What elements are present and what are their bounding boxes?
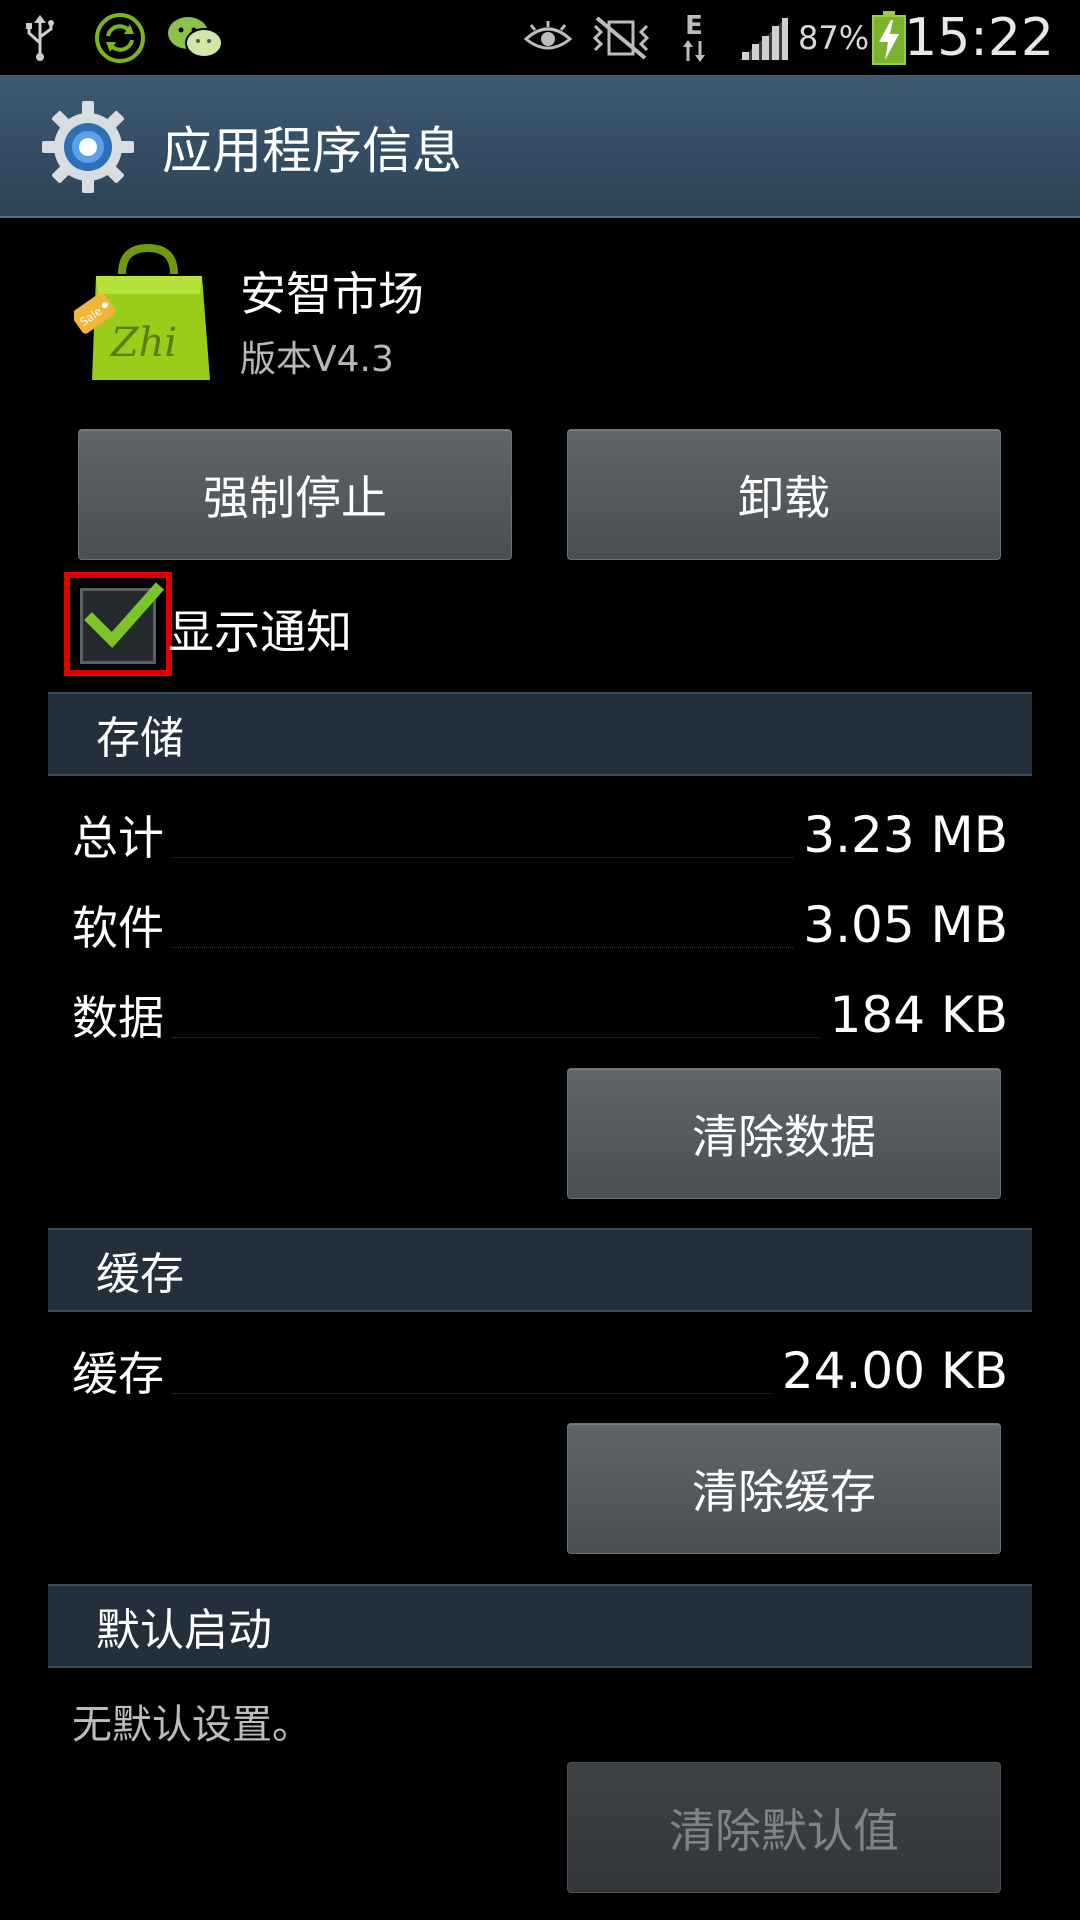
battery-charging-icon (870, 0, 908, 75)
dotted-leader (172, 812, 794, 858)
clear-cache-button[interactable]: 清除缓存 (567, 1423, 1001, 1554)
cache-row: 缓存 24.00 KB (72, 1336, 1008, 1406)
show-notification-label: 显示通知 (168, 605, 352, 659)
shopping-bag-icon: Zhi Sale (71, 243, 214, 384)
row-value: 3.23 MB (803, 806, 1008, 864)
eye-icon (522, 0, 574, 75)
signal-icon (736, 0, 792, 75)
mute-vibrate-icon (590, 0, 652, 75)
show-notification-checkbox[interactable] (64, 572, 172, 676)
cache-section-header: 缓存 (48, 1228, 1032, 1312)
network-type-label: E (685, 10, 703, 41)
row-value: 184 KB (829, 986, 1008, 1044)
svg-text:Zhi: Zhi (109, 320, 177, 366)
dotted-leader (172, 902, 794, 948)
dotted-leader (172, 1348, 772, 1394)
row-value: 24.00 KB (781, 1342, 1008, 1400)
clear-defaults-button: 清除默认值 (567, 1762, 1001, 1893)
no-defaults-note: 无默认设置。 (72, 1702, 312, 1748)
checkmark-icon (84, 582, 165, 649)
sync-icon (92, 0, 148, 75)
uninstall-button[interactable]: 卸载 (567, 429, 1001, 560)
defaults-section-header: 默认启动 (48, 1584, 1032, 1668)
battery-percent: 87% (798, 18, 870, 57)
wechat-icon (164, 0, 226, 75)
clear-data-button[interactable]: 清除数据 (567, 1068, 1001, 1199)
status-time: 15:22 (904, 7, 1054, 68)
dotted-leader (172, 992, 820, 1038)
row-label: 软件 (72, 901, 164, 955)
app-version: 版本V4.3 (240, 339, 394, 380)
settings-gear-icon[interactable] (40, 99, 136, 195)
storage-row-data: 数据 184 KB (72, 980, 1008, 1050)
storage-row-total: 总计 3.23 MB (72, 800, 1008, 870)
row-value: 3.05 MB (803, 896, 1008, 954)
row-label: 缓存 (72, 1347, 164, 1401)
action-bar: 应用程序信息 (0, 75, 1080, 218)
app-name: 安智市场 (240, 267, 424, 321)
usb-icon (18, 0, 62, 75)
force-stop-button[interactable]: 强制停止 (78, 429, 512, 560)
status-bar: E 87% 15:22 (0, 0, 1080, 75)
data-transfer-icon: E (676, 0, 712, 75)
row-label: 数据 (72, 991, 164, 1045)
storage-row-software: 软件 3.05 MB (72, 890, 1008, 960)
storage-section-header: 存储 (48, 692, 1032, 776)
row-label: 总计 (72, 811, 164, 865)
page-title: 应用程序信息 (162, 121, 462, 180)
